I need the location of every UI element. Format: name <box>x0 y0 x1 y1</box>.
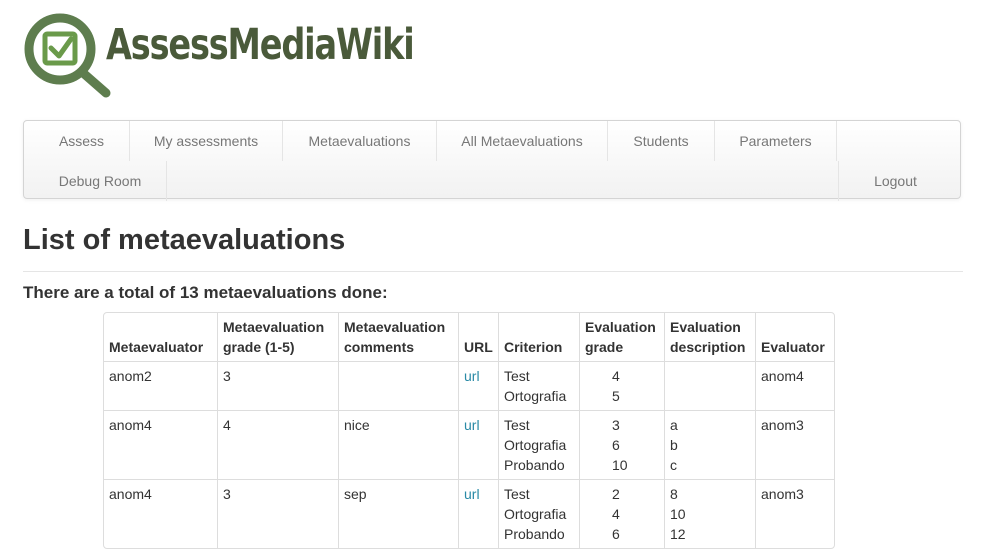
cell-evaluation-descriptions: a b c <box>664 410 755 479</box>
evaluation-grade-item: 10 <box>612 457 628 473</box>
evaluation-description-item: c <box>670 457 677 473</box>
brand-name: AssessMediaWiki <box>106 20 415 70</box>
summary-text: There are a total of 13 metaevaluations … <box>23 283 388 302</box>
cell-evaluator: anom4 <box>755 361 834 410</box>
header-evaluator: Evaluator <box>755 313 834 361</box>
cell-grade: 3 <box>217 479 338 548</box>
cell-criteria: Test Ortografia Probando <box>498 410 579 479</box>
cell-comments: sep <box>338 479 458 548</box>
evaluation-grade-item: 4 <box>612 506 620 522</box>
cell-evaluator: anom3 <box>755 479 834 548</box>
criterion-item: Probando <box>504 457 565 473</box>
nav-parameters[interactable]: Parameters <box>715 121 837 161</box>
logo: AssessMediaWiki <box>22 12 415 100</box>
header-metaevaluator: Metaevaluator <box>109 339 204 355</box>
header-grade: Metaevaluation grade (1-5) <box>217 313 338 361</box>
criterion-item: Test <box>504 486 530 502</box>
criterion-item: Test <box>504 368 530 384</box>
table-row: anom4 4 nice url Test Ortografia Proband… <box>104 410 834 479</box>
cell-metaevaluator: anom4 <box>104 410 217 479</box>
header-comments: Metaevaluation comments <box>338 313 458 361</box>
evaluation-grade-item: 5 <box>612 388 620 404</box>
nav-my-assessments[interactable]: My assessments <box>130 121 283 161</box>
nav-debug-room[interactable]: Debug Room <box>34 161 167 201</box>
header-criterion: Criterion <box>498 313 579 361</box>
cell-evaluator: anom3 <box>755 410 834 479</box>
nav-all-metaevaluations[interactable]: All Metaevaluations <box>437 121 608 161</box>
table-row: anom2 3 url Test Ortografia 4 5 anom4 <box>104 361 834 410</box>
criterion-item: Ortografia <box>504 437 567 453</box>
header-url: URL <box>458 313 498 361</box>
evaluation-grade-item: 4 <box>612 368 620 384</box>
cell-comments <box>338 361 458 410</box>
criterion-item: Ortografia <box>504 506 567 522</box>
evaluation-grade-item: 2 <box>612 486 620 502</box>
cell-evaluation-grades: 2 4 6 <box>579 479 664 548</box>
main-navbar: Assess My assessments Metaevaluations Al… <box>23 120 961 201</box>
url-link[interactable]: url <box>464 417 480 433</box>
magnifier-checkbox-icon <box>24 13 111 98</box>
cell-evaluation-descriptions: 8 10 12 <box>664 479 755 548</box>
evaluation-grade-item: 6 <box>612 526 620 542</box>
evaluation-description-item: b <box>670 437 678 453</box>
nav-metaevaluations[interactable]: Metaevaluations <box>283 121 437 161</box>
table-header-row: Metaevaluator Metaevaluation grade (1-5)… <box>104 313 834 361</box>
criterion-item: Test <box>504 417 530 433</box>
nav-assess[interactable]: Assess <box>34 121 130 161</box>
criterion-item: Probando <box>504 526 565 542</box>
cell-evaluation-grades: 3 6 10 <box>579 410 664 479</box>
title-divider <box>23 271 963 272</box>
header-evaluation-description: Evaluation description <box>664 313 755 361</box>
evaluation-description-item: 10 <box>670 506 686 522</box>
evaluation-description-item: a <box>670 417 678 433</box>
cell-url: url <box>458 479 498 548</box>
metaevaluations-table: Metaevaluator Metaevaluation grade (1-5)… <box>103 312 835 549</box>
cell-url: url <box>458 361 498 410</box>
evaluation-grade-item: 6 <box>612 437 620 453</box>
url-link[interactable]: url <box>464 486 480 502</box>
header-evaluation-grade: Evaluation grade <box>579 313 664 361</box>
cell-grade: 4 <box>217 410 338 479</box>
evaluation-grade-item: 3 <box>612 417 620 433</box>
cell-metaevaluator: anom2 <box>104 361 217 410</box>
criterion-item: Ortografia <box>504 388 567 404</box>
logout-link[interactable]: Logout <box>838 161 952 201</box>
cell-evaluation-grades: 4 5 <box>579 361 664 410</box>
url-link[interactable]: url <box>464 368 480 384</box>
page-title: List of metaevaluations <box>23 224 346 256</box>
cell-url: url <box>458 410 498 479</box>
cell-comments: nice <box>338 410 458 479</box>
evaluation-description-item: 8 <box>670 486 678 502</box>
table-row: anom4 3 sep url Test Ortografia Probando… <box>104 479 834 548</box>
nav-students[interactable]: Students <box>608 121 715 161</box>
cell-criteria: Test Ortografia Probando <box>498 479 579 548</box>
cell-criteria: Test Ortografia <box>498 361 579 410</box>
cell-evaluation-descriptions <box>664 361 755 410</box>
cell-grade: 3 <box>217 361 338 410</box>
evaluation-description-item: 12 <box>670 526 686 542</box>
cell-metaevaluator: anom4 <box>104 479 217 548</box>
